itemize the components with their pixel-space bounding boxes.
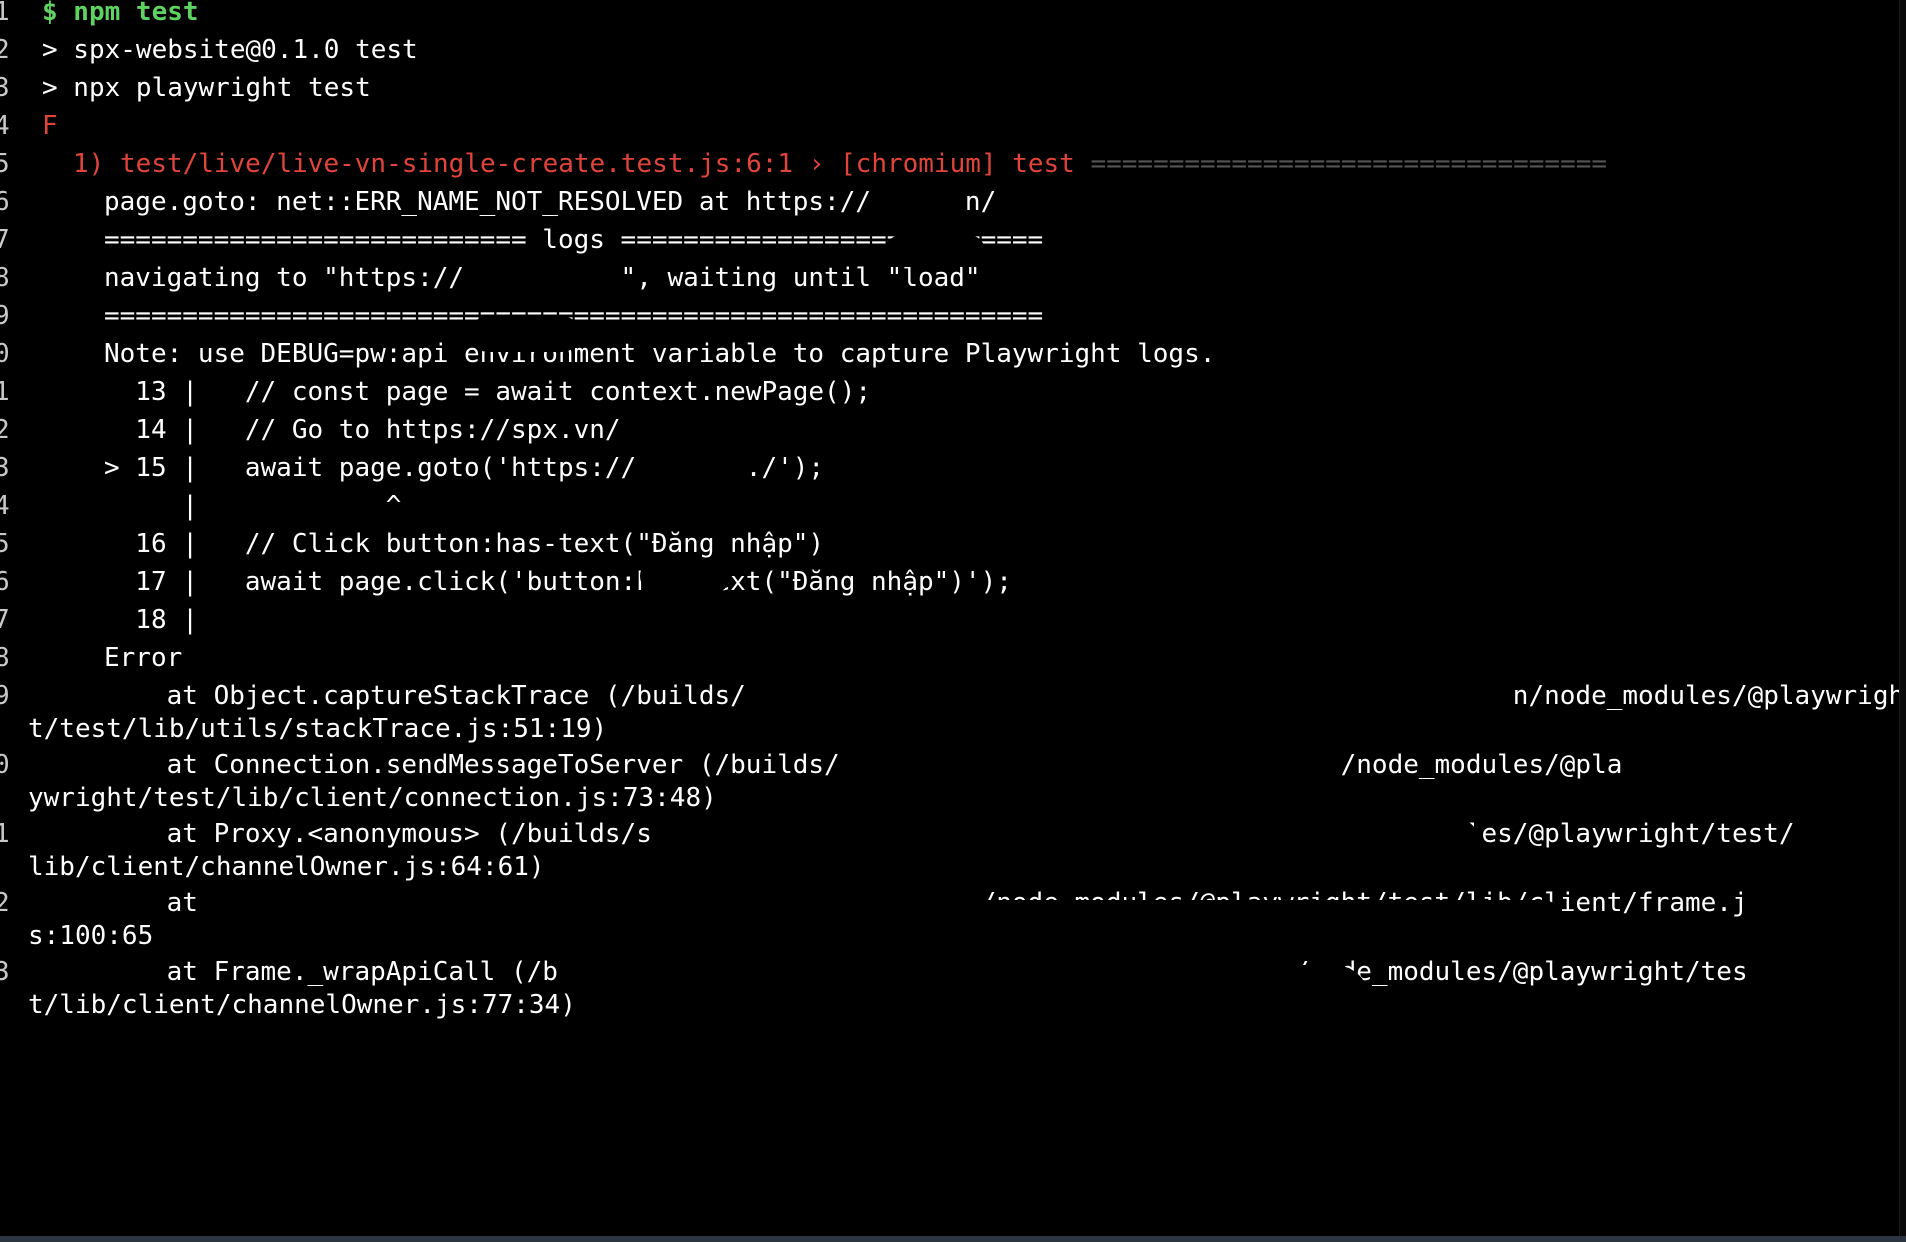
error-label: Error — [104, 643, 183, 673]
stack-frame-wrap: lib/client/channelOwner.js:64:61) — [28, 852, 545, 882]
line-number: 5 — [0, 149, 10, 179]
code-line-highlighted: > 15 | await page.goto('https:// ./'); — [104, 453, 825, 483]
terminal-window[interactable]: 1 2 3 4 5 6 7 8 9 0 1 2 3 4 5 6 7 8 9 0 … — [0, 0, 1906, 1242]
line-number: 3 — [0, 453, 10, 483]
line-number: 3 — [0, 957, 10, 987]
scrollbar[interactable] — [1899, 0, 1906, 1242]
failure-header: 1) test/live/live-vn-single-create.test.… — [73, 149, 1607, 179]
code-line: 13 | // const page = await context.newPa… — [104, 377, 872, 407]
navigation-log: navigating to "https:// ", waiting until… — [104, 263, 981, 293]
code-line: 14 | // Go to https://spx.vn/ — [104, 415, 621, 445]
code-line: 16 | // Click button:has-text("Đăng nhập… — [104, 529, 825, 559]
result-flag: F — [42, 111, 58, 141]
stack-frame-wrap: s:100:65 — [28, 921, 154, 951]
stack-frame-wrap: t/lib/client/channelOwner.js:77:34) — [28, 990, 576, 1020]
line-number: 0 — [0, 339, 10, 369]
failure-title: 1) test/live/live-vn-single-create.test.… — [73, 149, 1075, 179]
line-number: 5 — [0, 529, 10, 559]
script-line: > npx playwright test — [42, 73, 371, 103]
redaction-mark — [885, 235, 985, 267]
redaction-mark — [200, 1050, 1060, 1116]
redaction-mark — [835, 900, 1565, 946]
debug-note: Note: use DEBUG=pw:api environment varia… — [104, 339, 1216, 369]
script-line: > spx-website@0.1.0 test — [42, 35, 418, 65]
line-number: 6 — [0, 567, 10, 597]
line-number: 7 — [0, 225, 10, 255]
window-bottom-border — [0, 1236, 1906, 1242]
line-number: 4 — [0, 491, 10, 521]
line-number: 4 — [0, 111, 10, 141]
line-number: 9 — [0, 681, 10, 711]
line-number: 8 — [0, 643, 10, 673]
redaction-mark — [760, 818, 1480, 868]
line-number: 1 — [0, 819, 10, 849]
redaction-mark — [640, 558, 730, 594]
stack-frame-wrap: ywright/test/lib/client/connection.js:73… — [28, 783, 717, 813]
line-number: 7 — [0, 605, 10, 635]
line-number: 6 — [0, 187, 10, 217]
redaction-mark — [640, 965, 1370, 1037]
line-number: 1 — [0, 377, 10, 407]
line-number-gutter: 1 2 3 4 5 6 7 8 9 0 1 2 3 4 5 6 7 8 9 0 … — [0, 0, 14, 1242]
stack-frame: at Connection.sendMessageToServer (/buil… — [104, 750, 1623, 780]
code-line: 18 | — [104, 605, 198, 635]
line-number: 1 — [0, 0, 10, 27]
error-message: page.goto: net::ERR_NAME_NOT_RESOLVED at… — [104, 187, 997, 217]
stack-frame-wrap: t/test/lib/utils/stackTrace.js:51:19) — [28, 714, 608, 744]
stack-frame: at Object.captureStackTrace (/builds/ n/… — [104, 681, 1905, 711]
line-number: 0 — [0, 750, 10, 780]
code-caret: | ^ — [104, 491, 402, 521]
line-number: 2 — [0, 888, 10, 918]
failure-rule: ================================= — [1090, 149, 1608, 179]
redaction-mark — [470, 316, 580, 352]
command-prompt: $ npm test — [42, 0, 199, 27]
line-number: 8 — [0, 263, 10, 293]
line-number: 9 — [0, 301, 10, 331]
redaction-mark — [535, 1120, 1355, 1186]
line-number: 3 — [0, 73, 10, 103]
code-line: 17 | await page.click('button:has-text("… — [104, 567, 1012, 597]
line-number: 2 — [0, 415, 10, 445]
line-number: 2 — [0, 35, 10, 65]
